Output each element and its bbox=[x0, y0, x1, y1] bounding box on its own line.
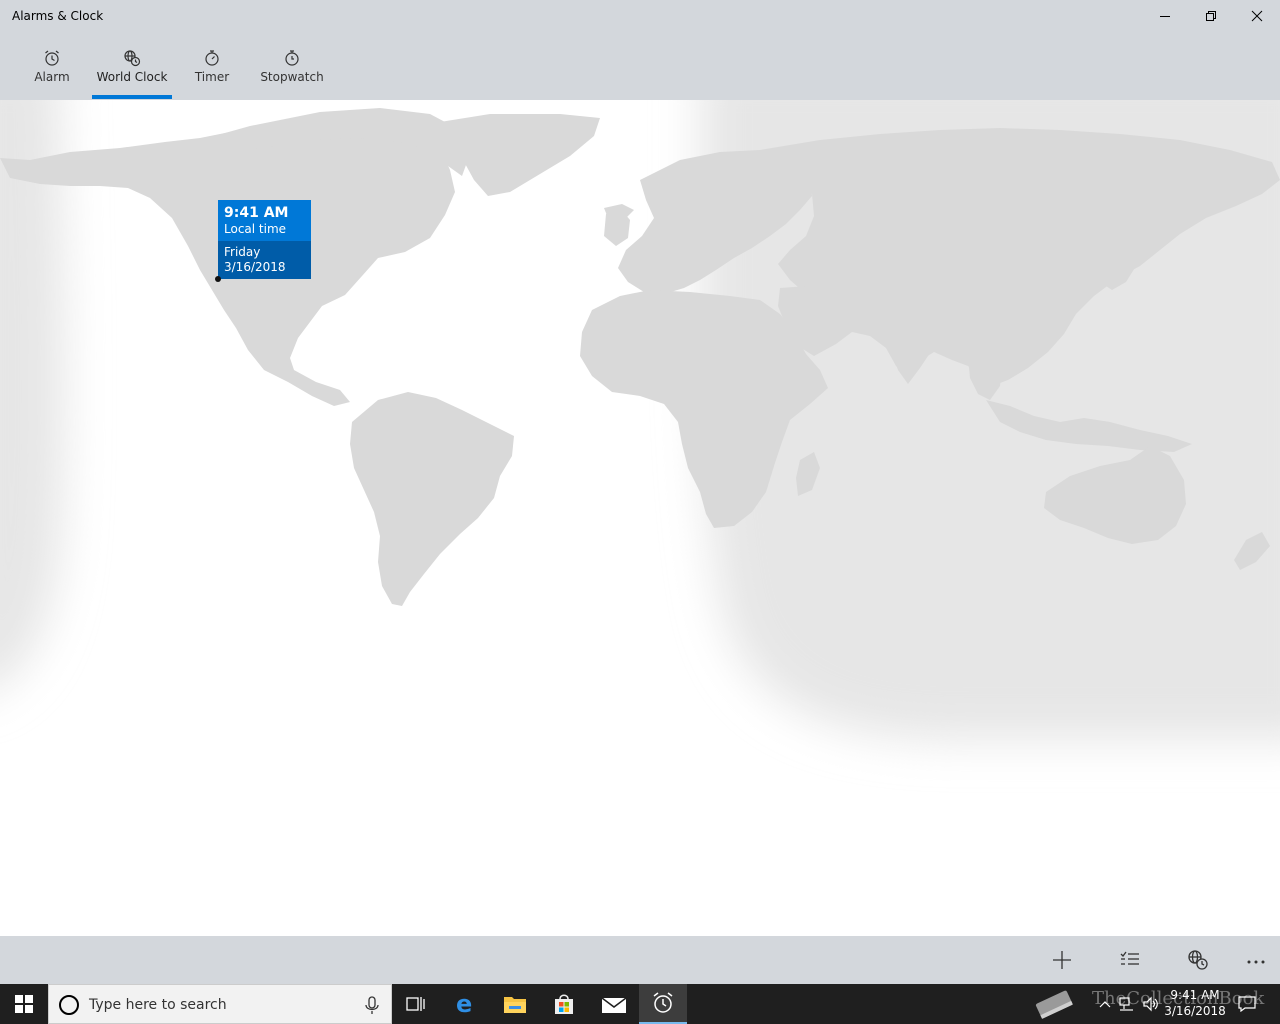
restore-button[interactable] bbox=[1188, 0, 1234, 32]
tab-world-clock-label: World Clock bbox=[96, 70, 168, 84]
add-button[interactable] bbox=[1038, 936, 1086, 984]
taskbar-date: 3/16/2018 bbox=[1164, 1004, 1226, 1018]
windows-logo-icon bbox=[15, 995, 33, 1013]
command-bar bbox=[0, 936, 1280, 984]
location-pin[interactable] bbox=[215, 276, 221, 282]
compare-clock-icon bbox=[1188, 950, 1208, 970]
tab-world-clock[interactable]: World Clock bbox=[94, 32, 170, 100]
tray-overflow-button[interactable] bbox=[1095, 984, 1115, 1024]
tab-timer[interactable]: Timer bbox=[190, 32, 234, 100]
tab-stopwatch[interactable]: Stopwatch bbox=[258, 32, 326, 100]
edge-icon: e bbox=[456, 992, 472, 1016]
cortana-icon bbox=[59, 995, 79, 1015]
callout-date: 3/16/2018 bbox=[224, 260, 286, 274]
task-view-button[interactable] bbox=[392, 984, 440, 1024]
more-icon bbox=[1247, 960, 1265, 964]
world-map-graphic bbox=[0, 100, 1280, 740]
taskbar: Type here to search e TheCollectionBook … bbox=[0, 984, 1280, 1024]
select-list-icon bbox=[1120, 951, 1139, 965]
world-map[interactable]: 9:41 AM Local time Friday 3/16/2018 bbox=[0, 100, 1280, 936]
local-time-callout[interactable]: 9:41 AM Local time Friday 3/16/2018 bbox=[218, 200, 311, 279]
network-icon bbox=[1119, 997, 1133, 1011]
close-icon bbox=[1251, 10, 1263, 22]
task-view-icon bbox=[406, 997, 425, 1011]
volume-icon bbox=[1143, 996, 1158, 1012]
callout-day: Friday bbox=[224, 245, 261, 259]
nav-tabs: Alarm World Clock Timer Stopwatch bbox=[0, 32, 1280, 100]
tab-stopwatch-label: Stopwatch bbox=[260, 70, 324, 84]
edge-button[interactable]: e bbox=[442, 984, 490, 1024]
watermark-book-icon bbox=[1030, 984, 1080, 1024]
alarm-clock-icon bbox=[653, 992, 673, 1013]
taskbar-time: 9:41 AM bbox=[1170, 988, 1220, 1002]
tab-alarm-label: Alarm bbox=[34, 70, 70, 84]
alarm-clock-icon bbox=[43, 49, 61, 67]
add-icon bbox=[1053, 951, 1071, 969]
timer-icon bbox=[203, 49, 221, 67]
store-icon bbox=[555, 994, 573, 1014]
alarms-clock-taskbar-button[interactable] bbox=[639, 984, 687, 1024]
taskbar-search[interactable]: Type here to search bbox=[48, 984, 392, 1024]
taskbar-clock[interactable]: 9:41 AM 3/16/2018 bbox=[1160, 987, 1230, 1019]
microphone-icon bbox=[365, 996, 379, 1014]
volume-button[interactable] bbox=[1140, 984, 1162, 1024]
restore-icon bbox=[1206, 11, 1216, 21]
mail-icon bbox=[601, 997, 627, 1013]
folder-icon bbox=[504, 997, 526, 1013]
select-button[interactable] bbox=[1106, 936, 1154, 984]
store-button[interactable] bbox=[540, 984, 588, 1024]
svg-text:e: e bbox=[456, 992, 472, 1016]
callout-time-section: 9:41 AM Local time bbox=[218, 200, 311, 241]
app-title: Alarms & Clock bbox=[12, 9, 104, 23]
chevron-up-icon bbox=[1099, 1001, 1111, 1008]
start-button[interactable] bbox=[0, 984, 48, 1024]
callout-time: 9:41 AM bbox=[224, 205, 289, 221]
tab-timer-label: Timer bbox=[194, 70, 230, 84]
notification-icon bbox=[1238, 996, 1256, 1012]
minimize-icon bbox=[1160, 16, 1170, 17]
network-button[interactable] bbox=[1116, 984, 1138, 1024]
search-placeholder: Type here to search bbox=[89, 997, 227, 1013]
tab-alarm[interactable]: Alarm bbox=[28, 32, 76, 100]
mail-button[interactable] bbox=[590, 984, 638, 1024]
callout-label: Local time bbox=[224, 222, 287, 236]
world-clock-icon bbox=[123, 49, 141, 67]
callout-date-section: Friday 3/16/2018 bbox=[218, 241, 311, 279]
minimize-button[interactable] bbox=[1142, 0, 1188, 32]
file-explorer-button[interactable] bbox=[491, 984, 539, 1024]
stopwatch-icon bbox=[283, 49, 301, 67]
active-tab-indicator bbox=[92, 95, 172, 99]
title-bar: Alarms & Clock bbox=[0, 0, 1280, 32]
action-center-button[interactable] bbox=[1234, 984, 1260, 1024]
compare-button[interactable] bbox=[1174, 936, 1222, 984]
close-button[interactable] bbox=[1234, 0, 1280, 32]
more-button[interactable] bbox=[1232, 936, 1280, 984]
